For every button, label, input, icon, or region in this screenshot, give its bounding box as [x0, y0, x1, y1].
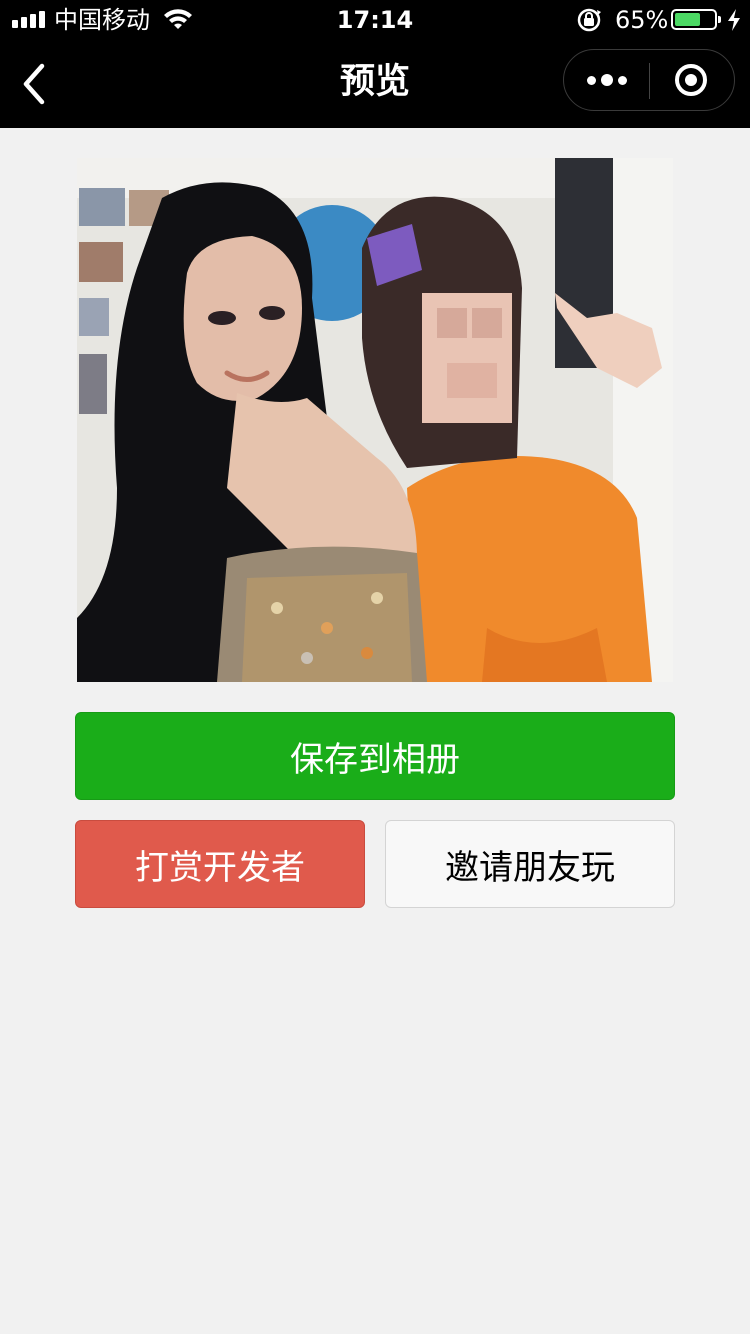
invite-friends-button[interactable]: 邀请朋友玩	[385, 820, 675, 908]
more-dot-right	[617, 75, 627, 85]
battery-icon	[671, 9, 721, 30]
save-to-album-button[interactable]: 保存到相册	[75, 712, 675, 800]
mini-program-capsule	[563, 49, 735, 111]
reward-developer-button[interactable]: 打赏开发者	[75, 820, 365, 908]
more-dots-icon	[586, 75, 596, 85]
battery-percent: 65%	[615, 6, 669, 34]
more-dot-center	[600, 74, 613, 86]
nav-bar: 预览	[0, 40, 750, 128]
target-circle-dot	[685, 74, 697, 86]
charging-bolt-icon	[728, 9, 740, 31]
more-button[interactable]	[564, 50, 649, 110]
preview-photo	[77, 158, 673, 682]
orientation-lock-icon	[577, 8, 601, 32]
status-bar: 中国移动 17:14 65%	[0, 0, 750, 40]
close-button[interactable]	[650, 50, 734, 110]
